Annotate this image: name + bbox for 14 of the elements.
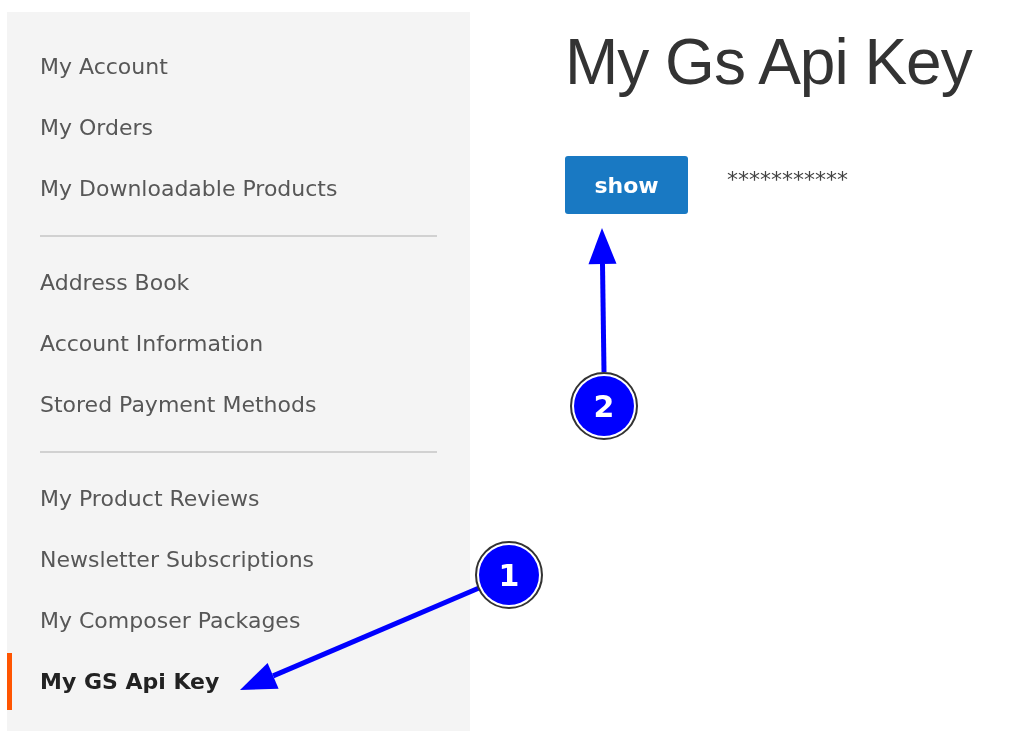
callout-badge: 2 xyxy=(570,372,638,440)
sidebar-item[interactable]: My Product Reviews xyxy=(7,468,470,529)
sidebar-item[interactable]: My Downloadable Products xyxy=(7,158,470,219)
sidebar-item[interactable]: My Composer Packages xyxy=(7,590,470,651)
sidebar-item[interactable]: My Account xyxy=(7,36,470,97)
masked-key: *********** xyxy=(727,162,848,196)
sidebar-item[interactable]: My Orders xyxy=(7,97,470,158)
sidebar-item[interactable]: Address Book xyxy=(7,252,470,313)
sidebar-item[interactable]: Account Information xyxy=(7,313,470,374)
callout-badge: 1 xyxy=(475,541,543,609)
show-button[interactable]: show xyxy=(565,156,688,214)
sidebar-item[interactable]: Newsletter Subscriptions xyxy=(7,529,470,590)
sidebar-item[interactable]: Stored Payment Methods xyxy=(7,374,470,435)
sidebar-item[interactable]: My GS Api Key xyxy=(7,651,470,712)
